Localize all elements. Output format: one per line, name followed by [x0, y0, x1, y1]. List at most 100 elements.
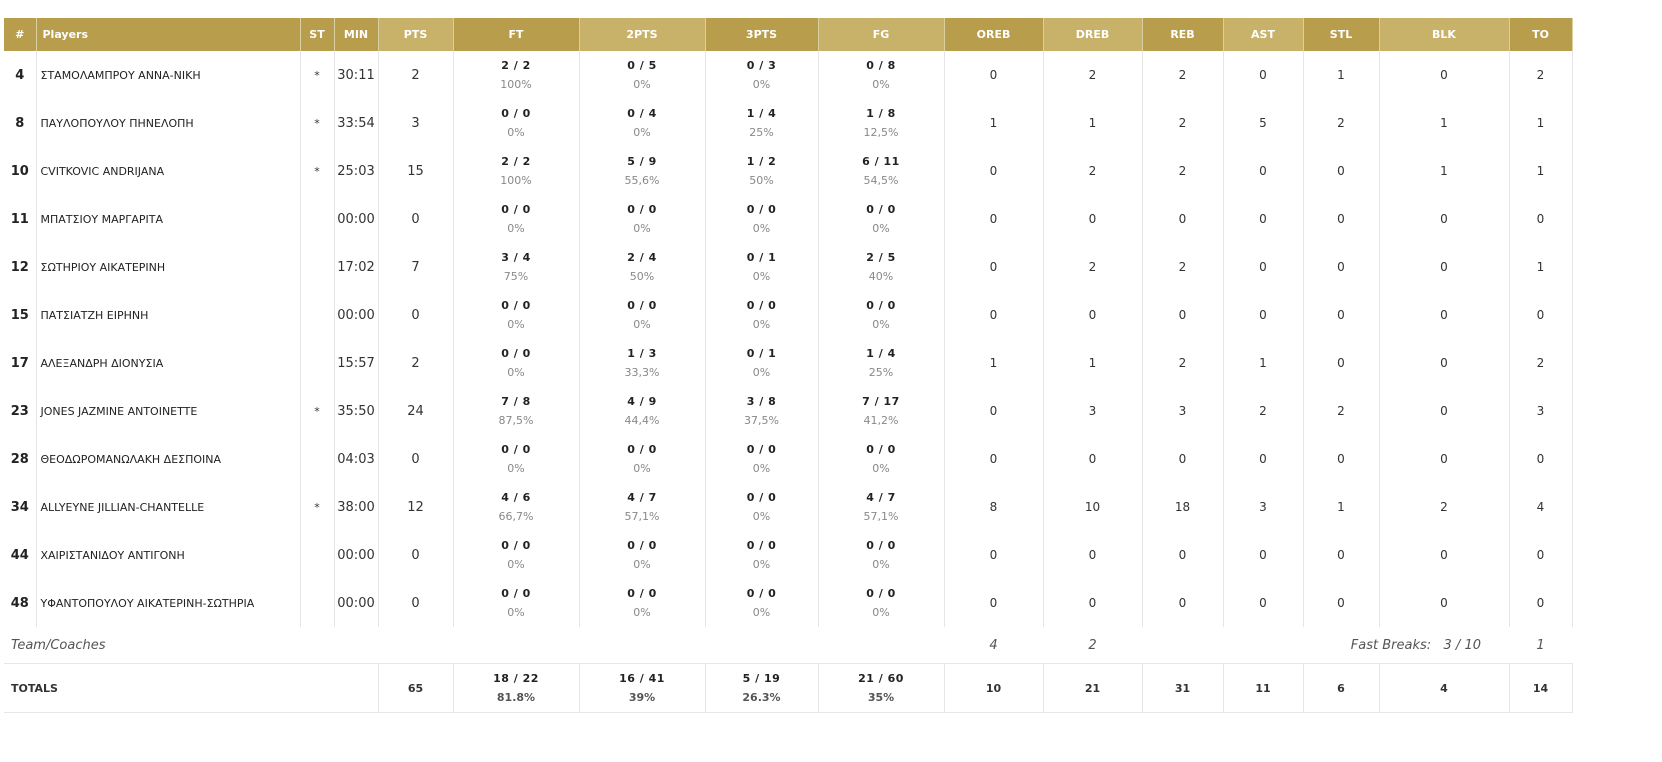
three-pts-stat-pct: 25%: [749, 126, 774, 139]
col-header-min[interactable]: MIN: [334, 18, 379, 51]
player-name[interactable]: CVITKOVIC ANDRIJANA: [36, 147, 301, 195]
col-header-stl[interactable]: STL: [1303, 18, 1380, 51]
reb: 0: [1142, 195, 1224, 243]
player-name[interactable]: ΜΠΑΤΣΙΟΥ ΜΑΡΓΑΡΙΤΑ: [36, 195, 301, 243]
col-header-st[interactable]: ST: [300, 18, 335, 51]
three-pts-stat-made: 0 / 0: [746, 299, 777, 312]
col-header-ft[interactable]: FT: [453, 18, 580, 51]
col-header-dreb[interactable]: DREB: [1043, 18, 1143, 51]
ft-stat-pct: 0%: [507, 222, 525, 235]
col-header-to[interactable]: TO: [1509, 18, 1573, 51]
three-pts-stat: 1 / 4 25%: [705, 99, 819, 147]
blk: 0: [1379, 51, 1510, 99]
three-pts-stat-made: 0 / 1: [746, 251, 777, 264]
ft-stat: 4 / 6 66,7%: [453, 483, 580, 531]
three-pts-stat: 3 / 8 37,5%: [705, 387, 819, 435]
to: 2: [1509, 51, 1573, 99]
player-name[interactable]: ΧΑΙΡΙΣΤΑΝΙΔΟΥ ΑΝΤΙΓΟΝΗ: [36, 531, 301, 579]
minutes: 00:00: [334, 291, 379, 339]
fg-stat-pct: 12,5%: [863, 126, 899, 139]
player-rows: 4 ΣΤΑΜΟΛΑΜΠΡΟΥ ΑΝΝΑ-ΝΙΚΗ * 30:11 2 2 / 2 100% 0…: [4, 51, 1573, 627]
player-number: 48: [4, 579, 37, 627]
player-name[interactable]: ΑΛΕΞΑΝΔΡΗ ΔΙΟΝΥΣΙΑ: [36, 339, 301, 387]
ft-stat-made: 4 / 6: [501, 491, 531, 504]
stl: 0: [1303, 243, 1380, 291]
two-pts-stat-pct: 0%: [633, 126, 651, 139]
col-header-oreb[interactable]: OREB: [944, 18, 1044, 51]
starter-marker: *: [300, 51, 335, 99]
ft-stat: 0 / 0 0%: [453, 99, 580, 147]
ft-stat-pct: 66,7%: [498, 510, 534, 523]
ast: 0: [1223, 531, 1304, 579]
minutes: 30:11: [334, 51, 379, 99]
points: 12: [378, 483, 454, 531]
player-name[interactable]: ΘΕΟΔΩΡΟΜΑΝΩΛΑΚΗ ΔΕΣΠΟΙΝΑ: [36, 435, 301, 483]
two-pts-stat: 0 / 0 0%: [579, 195, 706, 243]
oreb: 0: [944, 435, 1044, 483]
ast: 0: [1223, 147, 1304, 195]
ast: 0: [1223, 291, 1304, 339]
team-to: 1: [1536, 637, 1545, 653]
starter-marker: [300, 435, 335, 483]
col-header-ast[interactable]: AST: [1223, 18, 1304, 51]
col-header-fg[interactable]: FG: [818, 18, 945, 51]
col-header-2pts[interactable]: 2PTS: [579, 18, 706, 51]
fg-stat: 0 / 0 0%: [818, 531, 945, 579]
player-number: 15: [4, 291, 37, 339]
points: 24: [378, 387, 454, 435]
col-header-blk[interactable]: BLK: [1379, 18, 1510, 51]
fg-stat: 4 / 7 57,1%: [818, 483, 945, 531]
ft-stat: 0 / 0 0%: [453, 531, 580, 579]
ft-stat-made: 0 / 0: [501, 443, 531, 456]
points: 3: [378, 99, 454, 147]
table-row: 48 ΥΦΑΝΤΟΠΟΥΛΟΥ ΑΙΚΑΤΕΡΙΝΗ-ΣΩΤΗΡΙΑ 00:00 0 0…: [4, 579, 1573, 627]
ft-stat-made: 0 / 0: [501, 203, 531, 216]
starter-marker: [300, 243, 335, 291]
player-name[interactable]: ALLYEYNE JILLIAN-CHANTELLE: [36, 483, 301, 531]
dreb: 1: [1043, 339, 1143, 387]
col-header-number[interactable]: #: [4, 18, 37, 51]
col-header-players[interactable]: Players: [36, 18, 301, 51]
dreb: 0: [1043, 291, 1143, 339]
table-row: 15 ΠΑΤΣΙΑΤΖΗ ΕΙΡΗΝΗ 00:00 0 0 / 0 0% 0 / 0 0% 0 …: [4, 291, 1573, 339]
minutes: 35:50: [334, 387, 379, 435]
col-header-reb[interactable]: REB: [1142, 18, 1224, 51]
ft-stat-pct: 0%: [507, 366, 525, 379]
team-reb: [1142, 627, 1223, 664]
ft-stat: 0 / 0 0%: [453, 579, 580, 627]
oreb: 1: [944, 99, 1044, 147]
fg-stat-made: 0 / 0: [866, 203, 896, 216]
fg-stat: 0 / 0 0%: [818, 291, 945, 339]
player-number: 23: [4, 387, 37, 435]
three-pts-stat-made: 3 / 8: [746, 395, 777, 408]
stl: 1: [1303, 51, 1380, 99]
blk: 0: [1379, 387, 1510, 435]
team-dreb: 2: [1088, 637, 1097, 653]
col-header-pts[interactable]: PTS: [378, 18, 454, 51]
player-name[interactable]: ΠΑΥΛΟΠΟΥΛΟΥ ΠΗΝΕΛΟΠΗ: [36, 99, 301, 147]
player-name[interactable]: ΥΦΑΝΤΟΠΟΥΛΟΥ ΑΙΚΑΤΕΡΙΝΗ-ΣΩΤΗΡΙΑ: [36, 579, 301, 627]
to: 0: [1509, 291, 1573, 339]
player-name[interactable]: ΣΤΑΜΟΛΑΜΠΡΟΥ ΑΝΝΑ-ΝΙΚΗ: [36, 51, 301, 99]
two-pts-stat: 0 / 5 0%: [579, 51, 706, 99]
ft-stat-pct: 0%: [507, 462, 525, 475]
to: 1: [1509, 147, 1573, 195]
fg-stat-made: 1 / 4: [866, 347, 896, 360]
player-name[interactable]: JONES JAZMINE ANTOINETTE: [36, 387, 301, 435]
ft-stat-made: 0 / 0: [501, 587, 531, 600]
three-pts-stat-pct: 0%: [752, 462, 771, 475]
fg-stat-pct: 57,1%: [863, 510, 899, 523]
team-coaches-row: Team/Coaches 4 2 Fast Breaks: 3 / 10 1: [4, 627, 1572, 664]
three-pts-stat-made: 1 / 4: [746, 107, 777, 120]
blk: 0: [1379, 243, 1510, 291]
player-name[interactable]: ΣΩΤΗΡΙΟΥ ΑΙΚΑΤΕΡΙΝΗ: [36, 243, 301, 291]
two-pts-stat: 0 / 0 0%: [579, 531, 706, 579]
player-name[interactable]: ΠΑΤΣΙΑΤΖΗ ΕΙΡΗΝΗ: [36, 291, 301, 339]
col-header-3pts[interactable]: 3PTS: [705, 18, 819, 51]
starter-marker: [300, 195, 335, 243]
points: 0: [378, 195, 454, 243]
team-section: Team/Coaches 4 2 Fast Breaks: 3 / 10 1 T…: [4, 627, 1573, 713]
fg-stat-made: 1 / 8: [866, 107, 896, 120]
ft-stat-pct: 75%: [503, 270, 529, 283]
ast: 5: [1223, 99, 1304, 147]
